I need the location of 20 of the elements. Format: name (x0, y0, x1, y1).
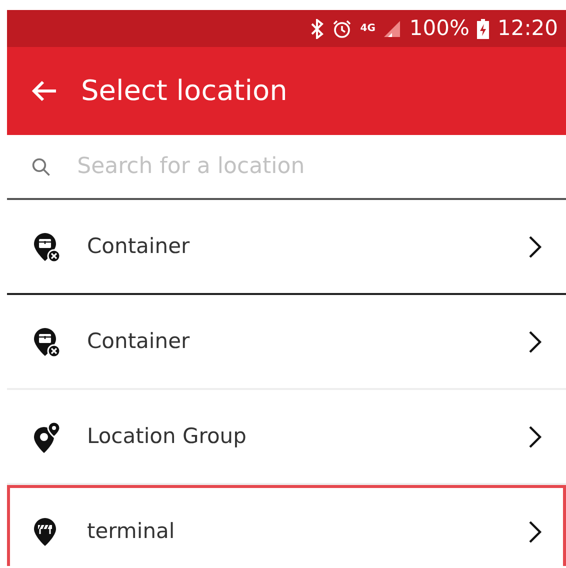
clock-time: 12:20 (497, 14, 558, 42)
chevron-right-icon (528, 520, 542, 544)
location-name: Location Group (87, 422, 248, 450)
alarm-icon (332, 18, 352, 38)
location-row[interactable]: terminal (7, 485, 566, 566)
signal-icon (383, 20, 402, 38)
battery-charging-icon (477, 18, 490, 38)
chevron-right-icon (528, 330, 542, 354)
location-name: Container (87, 328, 191, 355)
bluetooth-icon (310, 18, 324, 38)
back-arrow-icon[interactable] (31, 80, 57, 102)
chevron-right-icon (528, 234, 542, 258)
battery-level: 100% (409, 14, 470, 42)
search-icon (31, 156, 52, 178)
location-name: terminal (87, 518, 176, 545)
search-field[interactable]: Search for a location (75, 149, 550, 184)
network-label: 4G (360, 24, 376, 34)
chevron-right-icon (528, 424, 542, 448)
location-name: Container (87, 232, 191, 260)
screen-title: Select location (81, 73, 288, 109)
